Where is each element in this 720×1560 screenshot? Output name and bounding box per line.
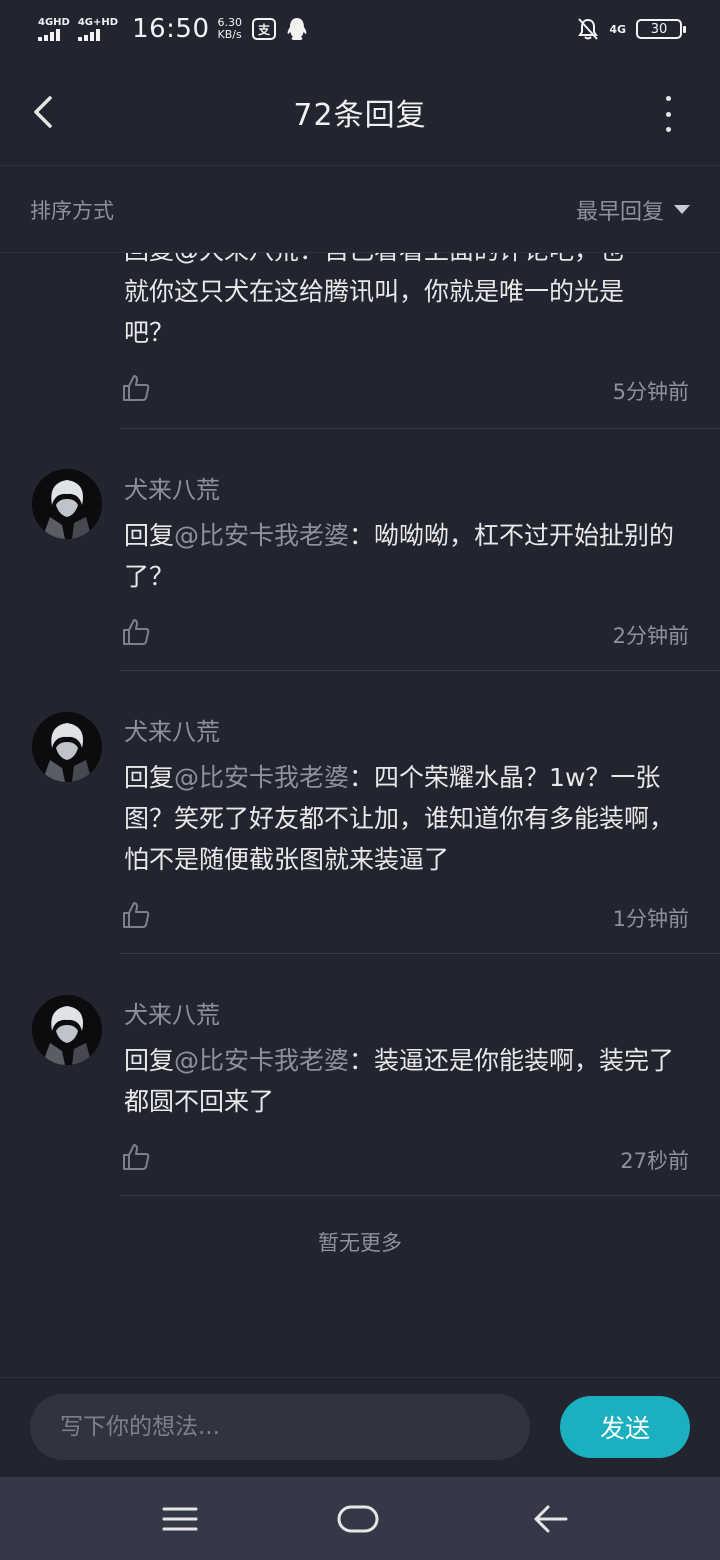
more-dots-icon [665, 96, 671, 101]
comment-body: 回复@犬来八荒：自己看看上面的评论吧，也 就你这只犬在这给腾讯叫，你就是唯一的光… [124, 253, 625, 347]
mention-link[interactable]: @比安卡我老婆 [174, 763, 349, 792]
avatar[interactable] [32, 995, 102, 1065]
end-of-list-text: 暂无更多 [318, 1231, 402, 1255]
comment-author[interactable]: 犬来八荒 [124, 712, 220, 747]
avatar-image [32, 469, 102, 539]
signal-icon: 4G+HD [77, 17, 118, 41]
page-title: 72条回复 [293, 97, 427, 133]
network-speed: 6.30 KB/s [217, 16, 243, 41]
comment-author[interactable]: 犬来八荒 [124, 470, 220, 505]
home-pill-icon [337, 1505, 379, 1533]
timestamp: 5分钟前 [612, 380, 689, 404]
timestamp: 2分钟前 [612, 624, 689, 648]
thumbs-up-icon [123, 619, 150, 645]
menu-button[interactable] [158, 1497, 202, 1541]
comment-item: 犬来八荒 回复@比安卡我老婆：呦呦呦，杠不过开始扯别的了？ 2分钟前 [0, 430, 720, 672]
avatar-image [32, 995, 102, 1065]
avatar-image [32, 712, 102, 782]
arrow-left-icon [534, 1505, 568, 1533]
sort-dropdown[interactable]: 最早回复 [576, 194, 690, 226]
system-nav-bar [0, 1477, 720, 1560]
like-button[interactable] [121, 900, 151, 930]
divider [120, 953, 720, 954]
comment-input[interactable] [30, 1394, 530, 1460]
timestamp: 1分钟前 [612, 907, 689, 931]
comment-composer: 发送 [0, 1377, 720, 1477]
avatar[interactable] [32, 469, 102, 539]
caret-down-icon [674, 205, 690, 214]
mute-bell-icon [578, 18, 599, 40]
clock: 16:50 [132, 14, 210, 44]
thumbs-up-icon [123, 1144, 150, 1170]
battery-icon: 30 [636, 19, 686, 39]
divider [120, 428, 720, 429]
like-button[interactable] [121, 1142, 151, 1172]
reply-page: 4GHD 4G+HD 16:50 6.30 KB/s 支 4G 30 72条回复… [0, 0, 720, 1560]
more-options-button[interactable] [660, 96, 676, 132]
menu-icon [162, 1507, 198, 1531]
thumbs-up-icon [123, 375, 150, 401]
comment-item: 回复@犬来八荒：自己看看上面的评论吧，也 就你这只犬在这给腾讯叫，你就是唯一的光… [0, 253, 720, 430]
comment-author[interactable]: 犬来八荒 [124, 995, 220, 1030]
avatar[interactable] [32, 712, 102, 782]
comment-body: 回复@比安卡我老婆：呦呦呦，杠不过开始扯别的了？ [124, 521, 675, 591]
alipay-icon: 支 [252, 18, 276, 40]
sort-selected-value: 最早回复 [575, 199, 664, 225]
like-button[interactable] [121, 373, 151, 403]
back-button[interactable] [26, 92, 66, 132]
comment-item: 犬来八荒 回复@比安卡我老婆：装逼还是你能装啊，装完了都圆不回来了 27秒前 [0, 955, 720, 1197]
mention-link[interactable]: @比安卡我老婆 [174, 521, 349, 550]
chevron-left-icon [34, 96, 52, 128]
divider [120, 670, 720, 671]
comment-body: 回复@比安卡我老婆：装逼还是你能装啊，装完了都圆不回来了 [124, 1046, 675, 1116]
status-bar: 4GHD 4G+HD 16:50 6.30 KB/s 支 4G 30 [0, 0, 720, 58]
home-button[interactable] [336, 1497, 380, 1541]
comment-list: 回复@犬来八荒：自己看看上面的评论吧，也 就你这只犬在这给腾讯叫，你就是唯一的光… [0, 253, 720, 1377]
top-app-bar: 72条回复 [0, 58, 720, 166]
sort-label: 排序方式 [30, 198, 114, 223]
qq-icon [287, 18, 307, 40]
mention-link[interactable]: @比安卡我老婆 [174, 1046, 349, 1075]
comment-item: 犬来八荒 回复@比安卡我老婆：四个荣耀水晶？1w？一张图？笑死了好友都不让加，谁… [0, 672, 720, 955]
signal-icon: 4GHD [38, 17, 70, 41]
timestamp: 27秒前 [620, 1149, 689, 1173]
send-button[interactable]: 发送 [560, 1396, 690, 1458]
network-type: 4G [609, 22, 626, 36]
like-button[interactable] [121, 617, 151, 647]
thumbs-up-icon [123, 902, 150, 928]
divider [120, 1195, 720, 1196]
sort-bar: 排序方式 最早回复 [0, 167, 720, 253]
comment-body: 回复@比安卡我老婆：四个荣耀水晶？1w？一张图？笑死了好友都不让加，谁知道你有多… [124, 763, 675, 874]
system-back-button[interactable] [528, 1497, 572, 1541]
